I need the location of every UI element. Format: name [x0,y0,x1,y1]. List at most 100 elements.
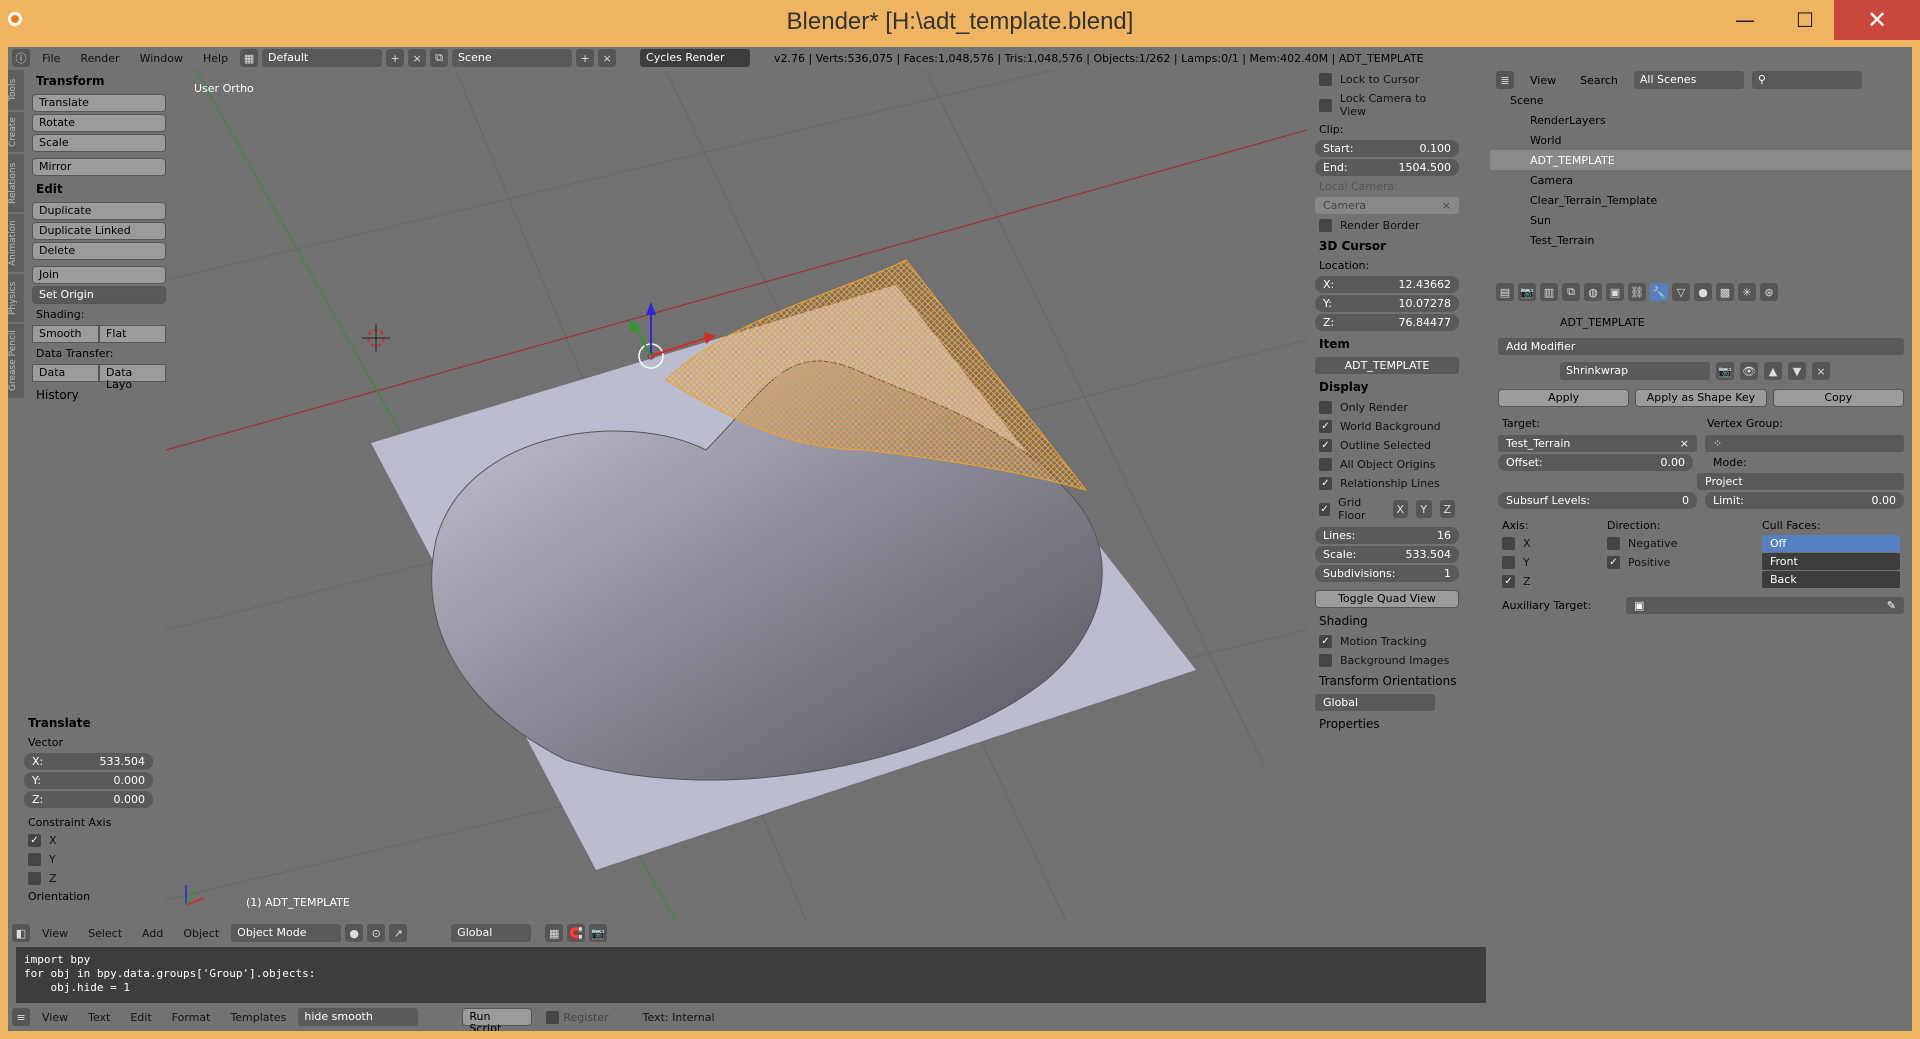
object-tab-icon[interactable]: ▣ [1606,283,1624,301]
outliner-item-scene[interactable]: Scene [1490,90,1912,110]
texture-tab-icon[interactable]: ▩ [1716,283,1734,301]
scene-canvas[interactable] [166,70,1307,921]
target-field[interactable]: Test_Terrain × [1498,435,1697,452]
item-name-field[interactable]: ADT_TEMPLATE [1315,357,1459,374]
constraints-tab-icon[interactable]: ⛓ [1628,283,1646,301]
close-button[interactable]: ✕ [1834,0,1920,40]
join-button[interactable]: Join [32,266,166,284]
register-checkbox[interactable] [546,1010,560,1024]
viewport-shading-icon[interactable]: ● [345,924,364,942]
outline-selected-checkbox[interactable]: ✓ Outline Selected [1307,436,1467,455]
axis-x-checkbox[interactable]: X [1502,534,1607,553]
constraint-y-checkbox[interactable]: Y [16,850,161,869]
menu-render[interactable]: Render [72,50,127,67]
editor-type-icon[interactable]: ◧ [12,924,30,942]
layout-select[interactable]: Default [262,49,383,67]
lock-to-cursor-checkbox[interactable]: Lock to Cursor [1307,70,1467,89]
rotate-button[interactable]: Rotate [32,114,166,132]
subsurf-levels-field[interactable]: Subsurf Levels: 0 [1498,492,1697,509]
scene-tab-icon[interactable]: ⧉ [1562,283,1580,301]
add-modifier-dropdown[interactable]: Add Modifier [1498,338,1904,355]
auxiliary-target-field[interactable]: ▣ ✎ [1626,597,1904,614]
constraint-z-checkbox[interactable]: Z [16,869,161,888]
cursor-y-field[interactable]: Y: 10.07278 [1315,295,1459,312]
modifiers-tab-icon[interactable]: 🔧 [1650,283,1668,301]
menu-add[interactable]: Add [134,925,171,942]
grid-subdivisions-field[interactable]: Subdivisions: 1 [1315,565,1459,582]
operator-title[interactable]: Translate [16,712,161,734]
menu-text[interactable]: Text [80,1009,118,1026]
outliner-item-sun[interactable]: Sun [1490,210,1912,230]
tab-create[interactable]: Create [8,112,24,152]
scene-select[interactable]: Scene [452,49,573,67]
outliner-item-renderlayers[interactable]: RenderLayers [1490,110,1912,130]
relationship-lines-checkbox[interactable]: ✓ Relationship Lines [1307,474,1467,493]
local-camera-field[interactable]: Camera × [1315,197,1459,214]
pivot-icon[interactable]: ⊙ [367,924,386,942]
menu-text-view[interactable]: View [34,1009,76,1026]
3d-cursor-header[interactable]: 3D Cursor [1307,235,1467,257]
toggle-quad-view-button[interactable]: Toggle Quad View [1315,590,1459,608]
modifier-up-icon[interactable]: ▲ [1764,362,1782,380]
modifier-render-toggle-icon[interactable]: 📷 [1716,362,1734,380]
all-object-origins-checkbox[interactable]: All Object Origins [1307,455,1467,474]
motion-tracking-header[interactable]: ✓ Motion Tracking [1307,632,1467,651]
limit-field[interactable]: Limit: 0.00 [1705,492,1904,509]
data-button[interactable]: Data [32,364,99,382]
background-images-header[interactable]: Background Images [1307,651,1467,670]
physics-tab-icon[interactable]: ⊛ [1760,283,1778,301]
grid-scale-field[interactable]: Scale: 533.504 [1315,546,1459,563]
outliner-item-adt-template[interactable]: ADT_TEMPLATE [1490,150,1912,170]
display-header[interactable]: Display [1307,376,1467,398]
properties-header[interactable]: Properties [1307,713,1467,735]
outliner-search-menu[interactable]: Search [1572,72,1626,89]
outliner-item-camera[interactable]: Camera [1490,170,1912,190]
layers-tab-icon[interactable]: ▥ [1540,283,1558,301]
mode-select[interactable]: Object Mode [231,924,342,942]
minimize-button[interactable]: — [1720,0,1770,40]
mode-select[interactable]: Project [1697,473,1904,490]
constraint-x-checkbox[interactable]: ✓ X [16,831,161,850]
translate-button[interactable]: Translate [32,94,166,112]
outliner-item-clear-terrain[interactable]: Clear_Terrain_Template [1490,190,1912,210]
offset-field[interactable]: Offset: 0.00 [1498,454,1693,471]
info-editor-icon[interactable]: ⓘ [12,49,30,67]
text-block-select[interactable]: hide smooth [298,1008,419,1026]
outliner-view-menu[interactable]: View [1522,72,1564,89]
render-icon[interactable]: 📷 [589,924,608,942]
global-orientation-select[interactable]: Global [1315,694,1435,711]
grid-lines-field[interactable]: Lines: 16 [1315,527,1459,544]
run-script-button[interactable]: Run Script [462,1008,533,1031]
layout-icon[interactable]: ▦ [240,49,259,67]
item-header[interactable]: Item [1307,333,1467,355]
add-scene-icon[interactable]: + [576,49,595,67]
duplicate-linked-button[interactable]: Duplicate Linked [32,222,166,240]
scale-button[interactable]: Scale [32,134,166,152]
properties-editor-icon[interactable]: ▤ [1496,283,1514,301]
grid-x-toggle[interactable]: X [1392,500,1409,518]
particles-tab-icon[interactable]: ✳ [1738,283,1756,301]
cull-back-option[interactable]: Back [1762,571,1900,588]
outliner-editor-icon[interactable]: ≣ [1496,71,1514,89]
positive-checkbox[interactable]: ✓ Positive [1607,553,1762,572]
modifier-down-icon[interactable]: ▼ [1788,362,1806,380]
tab-relations[interactable]: Relations [8,154,24,212]
menu-edit[interactable]: Edit [122,1009,159,1026]
cursor-z-field[interactable]: Z: 76.84477 [1315,314,1459,331]
clip-end-field[interactable]: End: 1504.500 [1315,159,1459,176]
mirror-button[interactable]: Mirror [32,158,166,176]
modifier-viewport-toggle-icon[interactable]: 👁 [1740,362,1758,380]
clip-start-field[interactable]: Start: 0.100 [1315,140,1459,157]
apply-button[interactable]: Apply [1498,389,1630,407]
menu-help[interactable]: Help [195,50,236,67]
manipulator-icon[interactable]: ↗ [389,924,408,942]
render-border-checkbox[interactable]: Render Border [1307,216,1467,235]
tab-tools[interactable]: Tools [8,70,24,110]
world-tab-icon[interactable]: ◍ [1584,283,1602,301]
vector-y-field[interactable]: Y: 0.000 [24,772,153,789]
maximize-button[interactable]: ☐ [1780,0,1830,40]
transform-section-header[interactable]: Transform [24,70,174,92]
modifier-remove-icon[interactable]: × [1812,362,1830,380]
copy-button[interactable]: Copy [1772,389,1904,407]
add-layout-icon[interactable]: + [386,49,405,67]
